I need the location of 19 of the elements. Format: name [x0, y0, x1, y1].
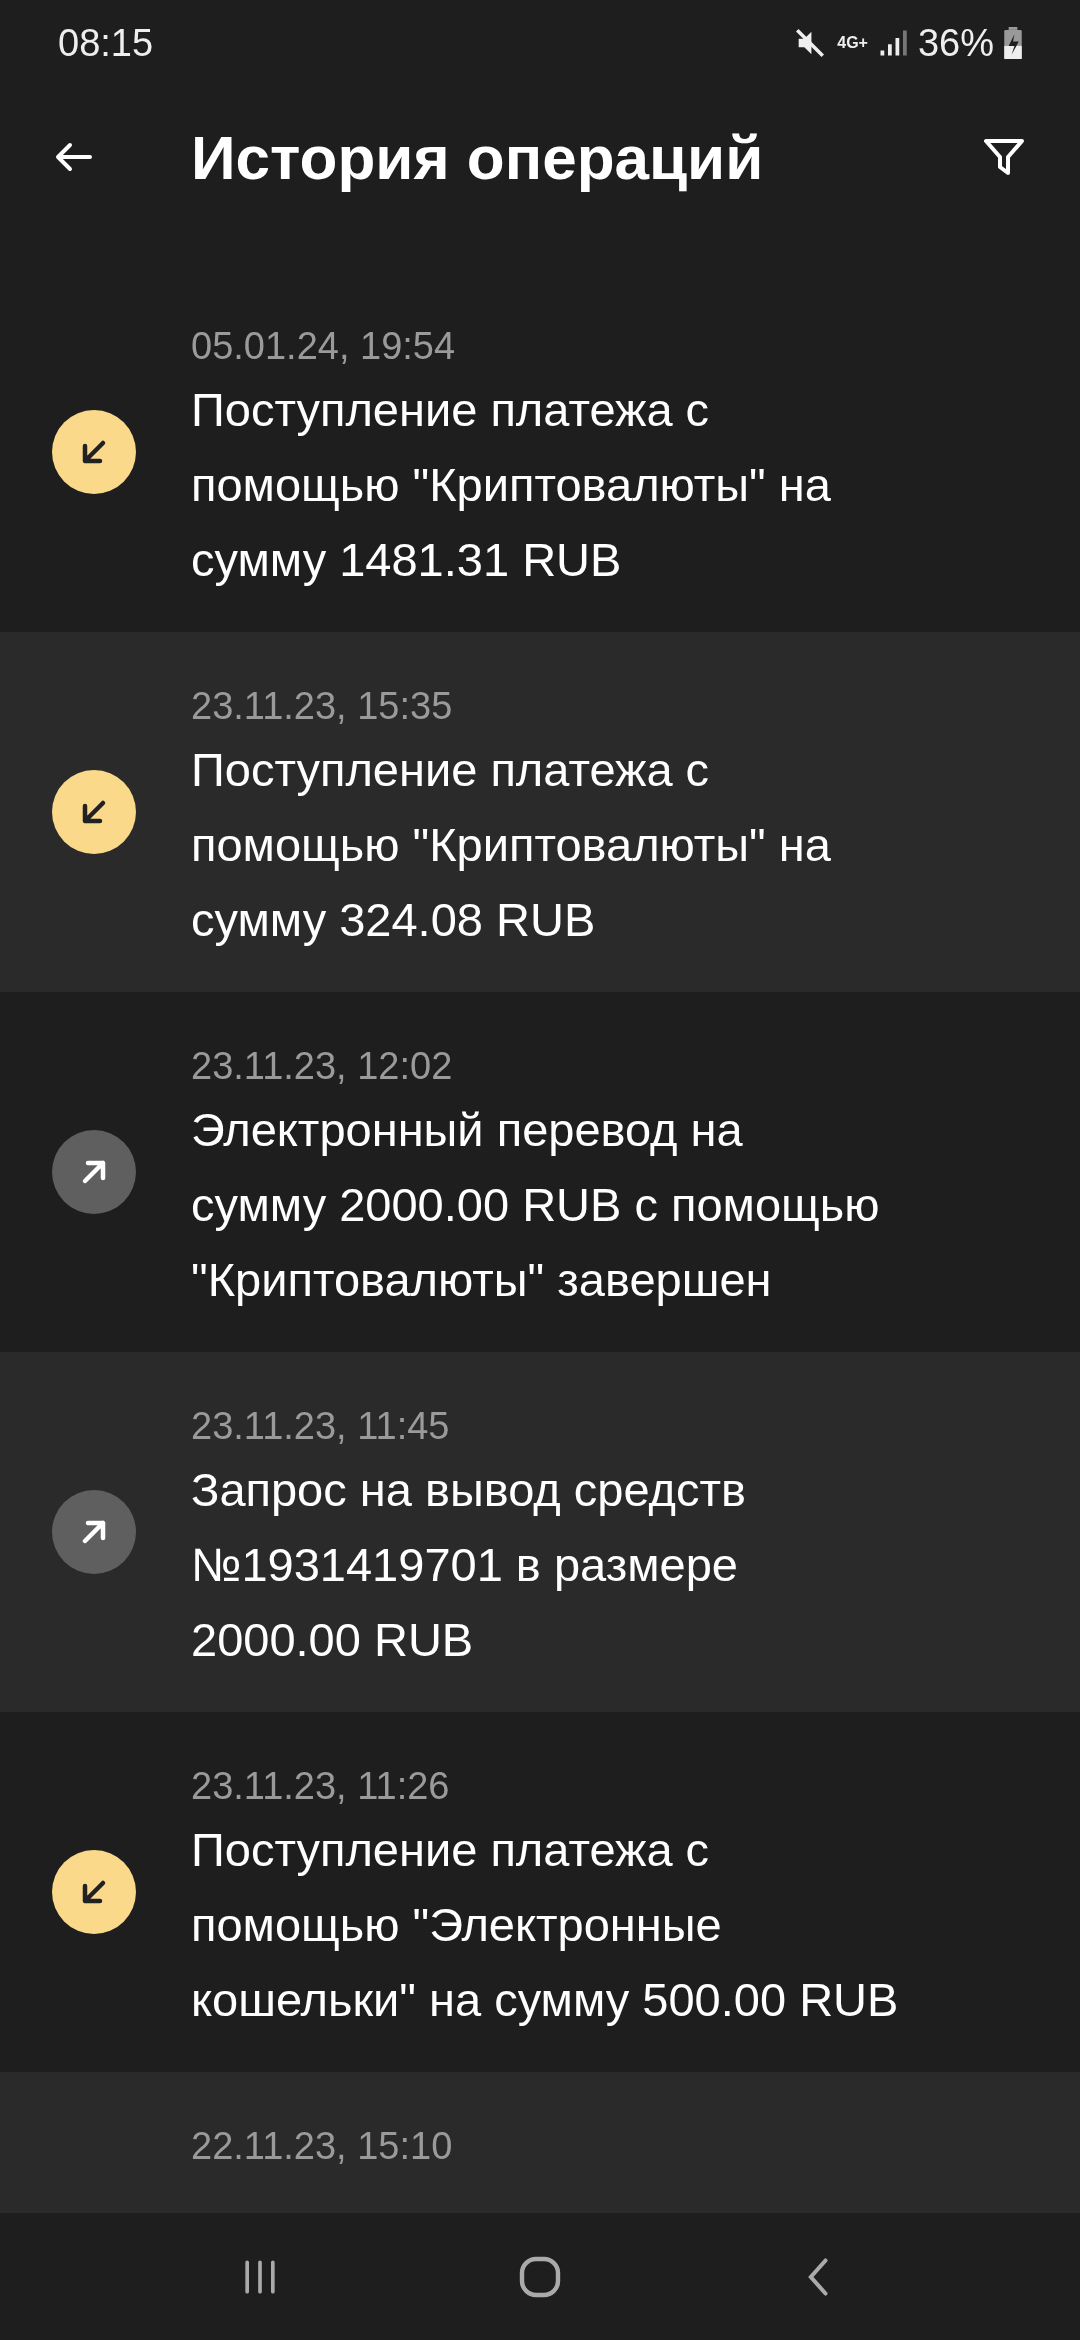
operation-description: Электронный перевод на сумму 2000.00 RUB с помощью "Криптовалюты" завершен — [191, 1102, 881, 1308]
network-type: 4G+ — [837, 35, 868, 51]
operation-date: 23.11.23, 15:35 — [191, 684, 454, 729]
operation-date: 05.01.24, 19:54 — [191, 324, 457, 369]
operation-date: 23.11.23, 11:26 — [191, 1764, 451, 1809]
battery-charging-icon — [1004, 27, 1022, 59]
operation-description: Запрос на вывод средств №1931419701 в размере 2000.00 RUB — [191, 1462, 747, 1668]
operation-description: Поступление платежа с помощью "Криптовалюты" на сумму 324.08 RUB — [191, 742, 832, 948]
page-title: История операций — [191, 121, 765, 194]
operation-description: Поступление платежа с помощью "Электронные кошельки" на сумму 500.00 RUB — [191, 1822, 900, 2028]
operation-item[interactable]: 22.11.23, 15:10 — [0, 2072, 1080, 2213]
operation-item[interactable]: 23.11.23, 15:35 Поступление платежа с помощью "Криптовалюты" на сумму 324.08 RUB — [0, 632, 1080, 992]
operation-date: 22.11.23, 15:10 — [191, 2124, 454, 2169]
operation-description: Поступление платежа с помощью "Криптовалюты" на сумму 1481.31 RUB — [191, 382, 832, 588]
operation-date: 23.11.23, 12:02 — [191, 1044, 454, 1089]
battery-percent: 36% — [917, 20, 994, 66]
operation-item[interactable]: 23.11.23, 11:45 Запрос на вывод средств №1931419701 в размере 2000.00 RUB — [0, 1352, 1080, 1712]
status-time: 08:15 — [58, 20, 154, 66]
operation-date: 23.11.23, 11:45 — [191, 1404, 451, 1449]
